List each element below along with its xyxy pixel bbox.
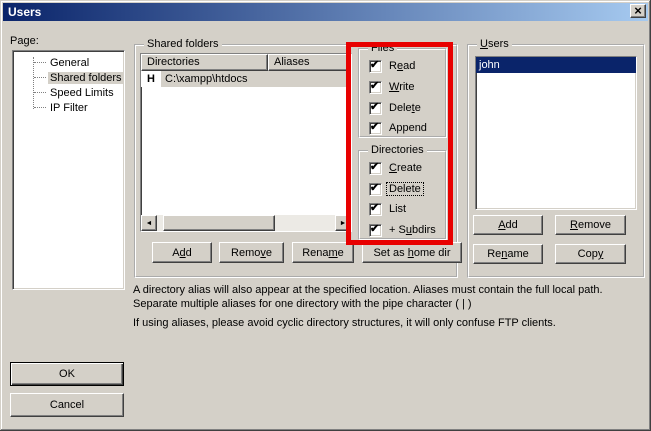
page-tree[interactable]: General Shared folders Speed Limits IP F… <box>12 50 125 290</box>
column-header-directories[interactable]: Directories <box>141 54 268 71</box>
page-label: Page: <box>10 35 39 47</box>
directories-group-label: Directories <box>368 144 427 156</box>
directory-row[interactable]: H C:\xampp\htdocs <box>141 71 351 87</box>
checkbox-read[interactable]: Read <box>369 59 417 73</box>
checkbox-create[interactable]: Create <box>369 161 424 175</box>
checkbox-subdirs[interactable]: + Subdirs <box>369 223 438 237</box>
checked-checkbox-icon[interactable] <box>369 183 382 196</box>
alias-note-2: If using aliases, please avoid cyclic di… <box>133 316 640 330</box>
listview-header: Directories Aliases <box>141 54 351 71</box>
users-dialog: Users Page: General Shared folders Speed… <box>0 0 651 431</box>
users-listbox[interactable]: john <box>475 56 637 210</box>
checkbox-append[interactable]: Append <box>369 121 429 135</box>
alias-notes: A directory alias will also appear at th… <box>133 283 640 330</box>
add-user-button[interactable]: Add <box>473 215 543 235</box>
shared-folders-group-label: Shared folders <box>144 38 222 50</box>
checked-checkbox-icon[interactable] <box>369 102 382 115</box>
files-permissions-group: Files Read Write Delete Append <box>358 48 447 138</box>
remove-folder-button[interactable]: Remove <box>219 242 284 263</box>
checked-checkbox-icon[interactable] <box>369 122 382 135</box>
scrollbar-thumb[interactable] <box>163 215 275 231</box>
users-group-label: Users <box>477 38 512 50</box>
horizontal-scrollbar[interactable] <box>141 215 351 231</box>
copy-user-button[interactable]: Copy <box>555 244 626 264</box>
cancel-button[interactable]: Cancel <box>10 393 124 417</box>
close-icon[interactable] <box>630 4 646 18</box>
checkbox-delete-dir[interactable]: Delete <box>369 182 423 196</box>
directory-path: C:\xampp\htdocs <box>161 71 351 87</box>
user-item-john[interactable]: john <box>476 57 636 73</box>
set-as-home-dir-button[interactable]: Set as home dir <box>362 242 462 263</box>
checked-checkbox-icon[interactable] <box>369 162 382 175</box>
window-title: Users <box>8 5 41 19</box>
home-flag: H <box>141 71 161 87</box>
scroll-left-icon[interactable] <box>141 215 157 231</box>
rename-user-button[interactable]: Rename <box>473 244 543 264</box>
sidebar-item-speed-limits[interactable]: Speed Limits <box>13 85 124 100</box>
checked-checkbox-icon[interactable] <box>369 203 382 216</box>
scroll-right-icon[interactable] <box>335 215 351 231</box>
directories-permissions-group: Directories Create Delete List + Subdirs <box>358 150 447 240</box>
column-header-aliases[interactable]: Aliases <box>268 54 351 71</box>
checked-checkbox-icon[interactable] <box>369 224 382 237</box>
checked-checkbox-icon[interactable] <box>369 81 382 94</box>
alias-note-1: A directory alias will also appear at th… <box>133 283 640 311</box>
add-folder-button[interactable]: Add <box>152 242 212 263</box>
checkbox-delete-file[interactable]: Delete <box>369 101 423 115</box>
checkbox-write[interactable]: Write <box>369 80 416 94</box>
sidebar-item-shared-folders[interactable]: Shared folders <box>13 70 124 85</box>
ok-button[interactable]: OK <box>10 362 124 386</box>
title-bar[interactable]: Users <box>3 3 648 21</box>
sidebar-item-ip-filter[interactable]: IP Filter <box>13 100 124 115</box>
rename-folder-button[interactable]: Rename <box>292 242 354 263</box>
files-group-label: Files <box>368 42 397 54</box>
remove-user-button[interactable]: Remove <box>555 215 626 235</box>
directories-listview[interactable]: Directories Aliases H C:\xampp\htdocs <box>140 53 352 232</box>
checkbox-list[interactable]: List <box>369 202 408 216</box>
checked-checkbox-icon[interactable] <box>369 60 382 73</box>
sidebar-item-general[interactable]: General <box>13 55 124 70</box>
